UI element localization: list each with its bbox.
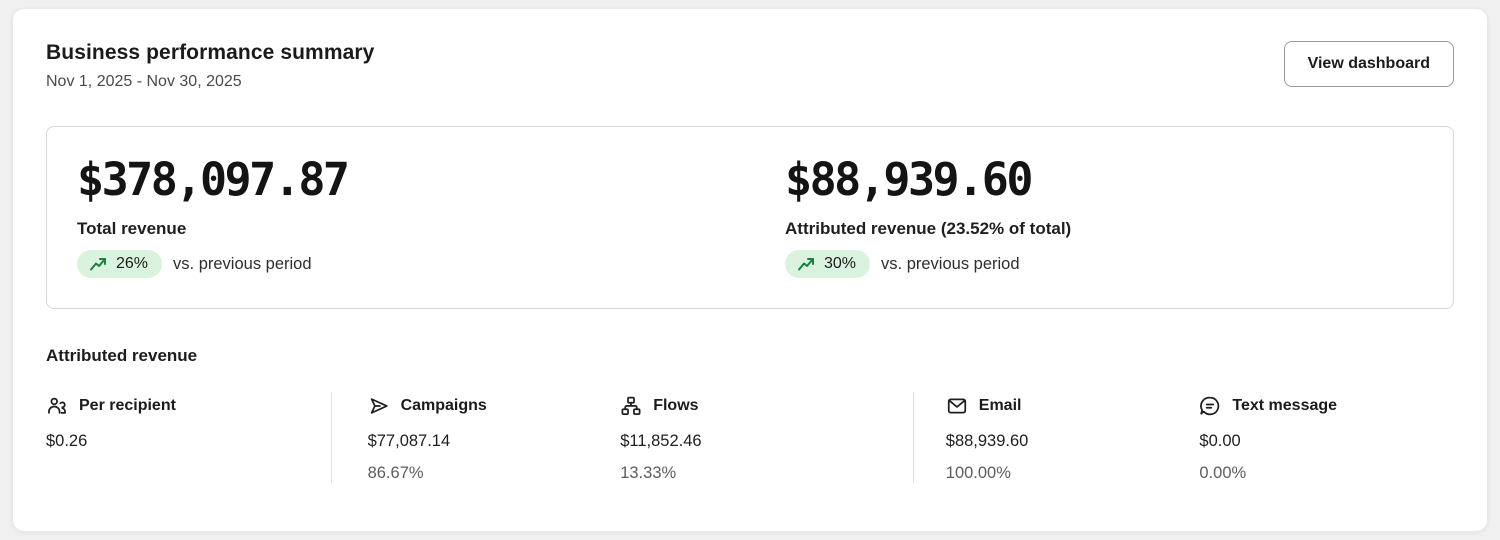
trend-percent: 30%	[824, 255, 856, 273]
metric-percent	[46, 464, 331, 483]
attributed-revenue-section-title: Attributed revenue	[46, 346, 1454, 366]
view-dashboard-button[interactable]: View dashboard	[1284, 41, 1454, 87]
metric-label: Email	[979, 397, 1022, 415]
metric-percent: 0.00%	[1199, 464, 1454, 483]
metric-email: Email $88,939.60 100.00%	[913, 392, 1200, 483]
sitemap-icon	[620, 395, 642, 417]
envelope-icon	[946, 395, 968, 417]
trending-up-icon	[89, 256, 108, 273]
send-icon	[368, 395, 390, 417]
date-range: Nov 1, 2025 - Nov 30, 2025	[46, 73, 374, 91]
page-title: Business performance summary	[46, 41, 374, 65]
metric-value: $11,852.46	[620, 432, 913, 451]
people-icon	[46, 395, 68, 417]
chat-bubble-icon	[1199, 395, 1221, 417]
metric-percent: 100.00%	[946, 464, 1200, 483]
total-revenue-metric: $378,097.87 Total revenue 26% vs. previo…	[77, 153, 785, 278]
metric-flows: Flows $11,852.46 13.33%	[620, 392, 913, 483]
trend-badge: 30%	[785, 250, 870, 278]
trend-suffix: vs. previous period	[881, 255, 1020, 274]
trend-suffix: vs. previous period	[173, 255, 312, 274]
total-revenue-trend: 26% vs. previous period	[77, 250, 785, 278]
header-text-block: Business performance summary Nov 1, 2025…	[46, 41, 374, 91]
trend-percent: 26%	[116, 255, 148, 273]
metric-value: $88,939.60	[946, 432, 1200, 451]
metric-percent: 13.33%	[620, 464, 913, 483]
metric-percent: 86.67%	[368, 464, 621, 483]
business-performance-card: Business performance summary Nov 1, 2025…	[12, 8, 1488, 532]
total-revenue-label: Total revenue	[77, 219, 785, 239]
metric-label: Flows	[653, 397, 698, 415]
card-header: Business performance summary Nov 1, 2025…	[46, 41, 1454, 91]
metric-value: $0.26	[46, 432, 331, 451]
metric-campaigns: Campaigns $77,087.14 86.67%	[331, 392, 621, 483]
total-revenue-value: $378,097.87	[77, 153, 785, 206]
metric-value: $77,087.14	[368, 432, 621, 451]
trend-badge: 26%	[77, 250, 162, 278]
attributed-revenue-metric: $88,939.60 Attributed revenue (23.52% of…	[785, 153, 1071, 278]
metric-label: Campaigns	[401, 397, 487, 415]
attributed-revenue-label: Attributed revenue (23.52% of total)	[785, 219, 1071, 239]
attributed-revenue-value: $88,939.60	[785, 153, 1071, 206]
attributed-metrics-row: Per recipient $0.26 Campaigns $77,087.14…	[46, 392, 1454, 483]
metric-label: Text message	[1232, 397, 1337, 415]
trending-up-icon	[797, 256, 816, 273]
metric-value: $0.00	[1199, 432, 1454, 451]
attributed-revenue-trend: 30% vs. previous period	[785, 250, 1071, 278]
metric-label: Per recipient	[79, 397, 176, 415]
metric-per-recipient: Per recipient $0.26	[46, 392, 331, 483]
metric-text-message: Text message $0.00 0.00%	[1199, 392, 1454, 483]
revenue-summary-panel: $378,097.87 Total revenue 26% vs. previo…	[46, 126, 1454, 309]
